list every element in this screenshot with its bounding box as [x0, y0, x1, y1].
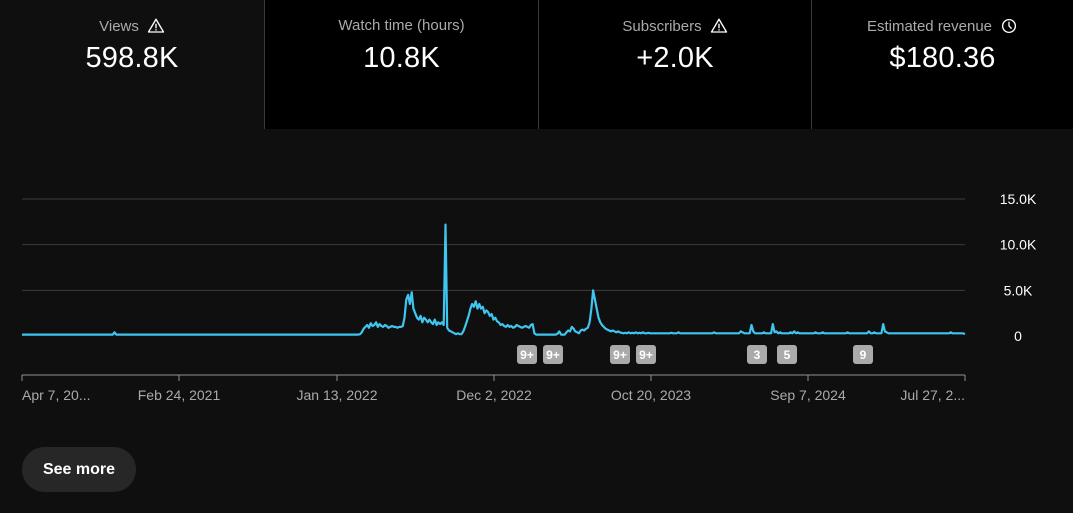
- x-tick-label: Sep 7, 2024: [770, 387, 846, 403]
- y-tick-label: 5.0K: [1004, 282, 1033, 298]
- views-chart: 15.0K 10.0K 5.0K 0 Apr 7, 20... Feb 24, 2021 J…: [0, 129, 1073, 429]
- video-marker-label: 9+: [613, 348, 627, 362]
- x-tick-label: Feb 24, 2021: [138, 387, 221, 403]
- metric-label-watch-time: Watch time (hours): [338, 17, 465, 34]
- video-marker-label: 9: [860, 348, 867, 362]
- metric-value-revenue: $180.36: [889, 42, 996, 74]
- metric-card-revenue[interactable]: Estimated revenue $180.36: [812, 0, 1073, 129]
- metric-label-row: Estimated revenue: [812, 17, 1073, 35]
- views-chart-svg: 15.0K 10.0K 5.0K 0 Apr 7, 20... Feb 24, 2021 J…: [21, 191, 1037, 403]
- metric-label-row: Views: [0, 17, 264, 35]
- y-tick-label: 15.0K: [1000, 191, 1037, 207]
- metric-label-revenue: Estimated revenue: [866, 17, 993, 35]
- see-more-button[interactable]: See more: [22, 447, 136, 492]
- video-marker-label: 9+: [546, 348, 560, 362]
- metric-label-subscribers: Subscribers: [622, 17, 702, 35]
- metric-value-views: 598.8K: [85, 42, 179, 74]
- x-tick-label: Jan 13, 2022: [297, 387, 378, 403]
- warning-icon: [710, 18, 727, 33]
- video-marker-label: 3: [754, 348, 761, 362]
- warning-icon: [147, 18, 165, 33]
- y-tick-label: 0: [1014, 328, 1022, 344]
- metric-label-row: Watch time (hours): [265, 17, 538, 34]
- video-marker-label: 5: [784, 348, 791, 362]
- metric-card-watch-time[interactable]: Watch time (hours) 10.8K: [265, 0, 539, 129]
- views-series-line: [22, 223, 966, 336]
- metric-cards: Views 598.8K Watch time (hours) 10.8K Su…: [0, 0, 1073, 129]
- x-tick-label: Dec 2, 2022: [456, 387, 532, 403]
- clock-icon: [1001, 18, 1017, 34]
- video-marker-label: 9+: [520, 348, 534, 362]
- x-tick-label: Apr 7, 20...: [22, 387, 90, 403]
- metric-label-views: Views: [99, 17, 139, 35]
- x-tick-label: Jul 27, 2...: [900, 387, 965, 403]
- y-tick-label: 10.0K: [1000, 237, 1037, 253]
- metric-card-views[interactable]: Views 598.8K: [0, 0, 265, 129]
- x-tick-label: Oct 20, 2023: [611, 387, 691, 403]
- metric-value-watch-time: 10.8K: [363, 42, 440, 74]
- video-marker-label: 9+: [639, 348, 653, 362]
- metric-value-subscribers: +2.0K: [636, 42, 714, 74]
- metric-label-row: Subscribers: [539, 17, 811, 35]
- metric-card-subscribers[interactable]: Subscribers +2.0K: [539, 0, 812, 129]
